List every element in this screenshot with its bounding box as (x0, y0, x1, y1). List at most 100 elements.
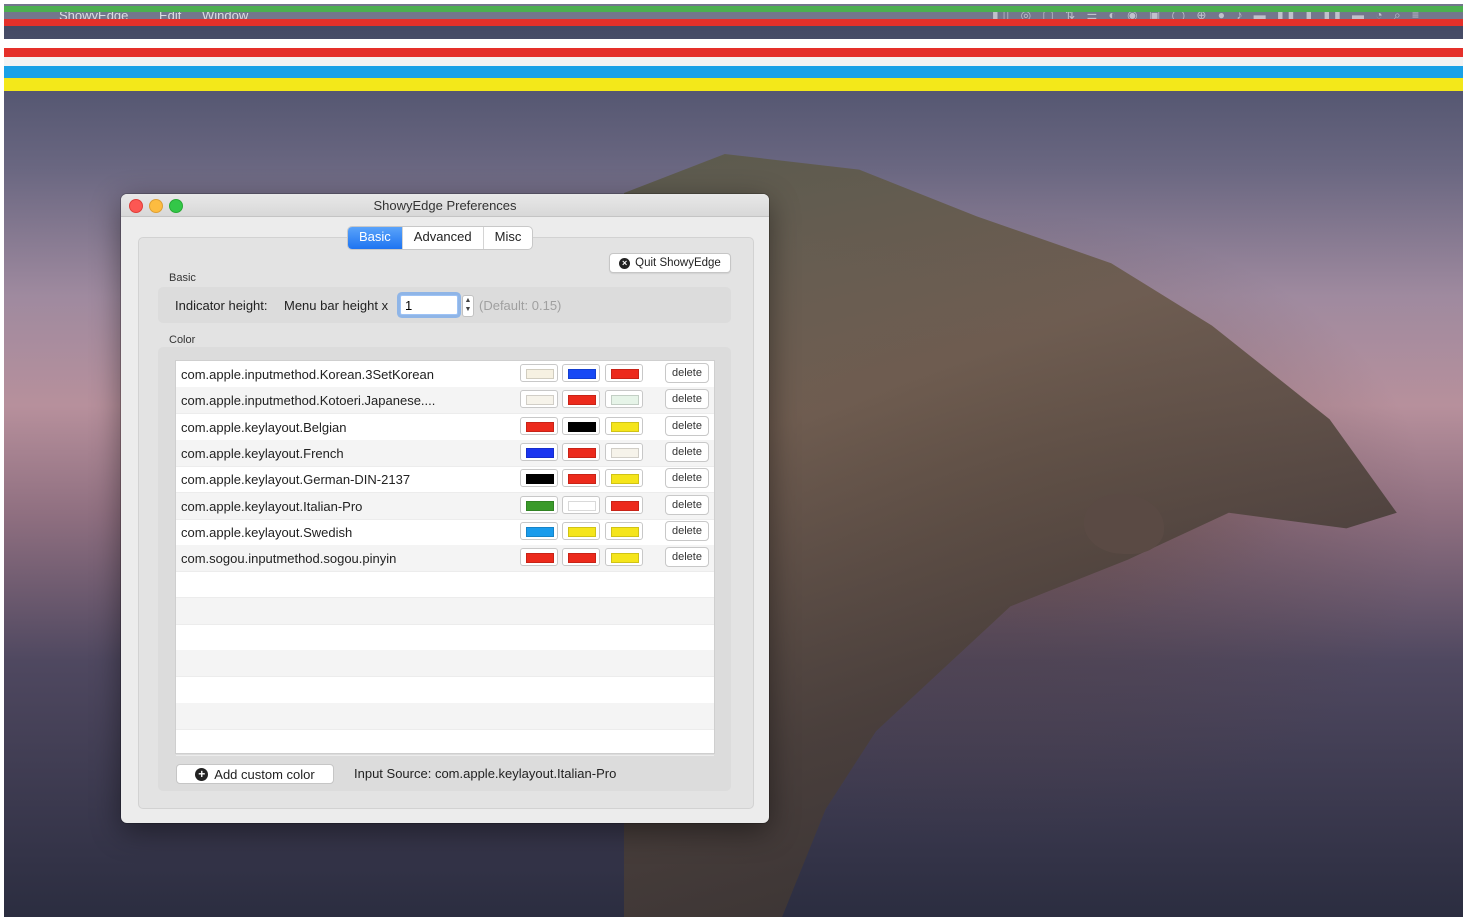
table-row[interactable]: com.apple.keylayout.Belgian delete (176, 414, 714, 441)
color-table: com.apple.inputmethod.Korean.3SetKorean d… (175, 360, 715, 756)
input-source-name: com.apple.keylayout.German-DIN-2137 (181, 472, 411, 487)
color-well-button[interactable] (562, 496, 600, 514)
indicator-height-label: Indicator height: (175, 298, 268, 313)
tab-misc[interactable]: Misc (484, 227, 533, 249)
color-swatch (611, 501, 639, 511)
input-source-name: com.apple.keylayout.Italian-Pro (181, 499, 363, 514)
color-swatch (526, 369, 554, 379)
tab-basic[interactable]: Basic (348, 227, 403, 249)
color-well-button[interactable] (520, 443, 558, 461)
delete-button[interactable]: delete (665, 442, 709, 462)
indicator-stripe (4, 78, 1463, 91)
indicator-stripe (4, 19, 1463, 26)
color-section-label: Color (169, 334, 196, 346)
table-row[interactable]: com.apple.inputmethod.Korean.3SetKorean d… (176, 361, 714, 388)
empty-table-row (176, 624, 714, 651)
empty-table-row (176, 677, 714, 704)
color-well-button[interactable] (605, 496, 643, 514)
color-swatch (526, 395, 554, 405)
desktop-wallpaper: ShowyEdge Edit Window ▮▯ ◎ ▢ ⇅ ☰ ◐ ◉ ▣ ◯… (4, 4, 1463, 917)
delete-button[interactable]: delete (665, 468, 709, 488)
color-swatch (611, 422, 639, 432)
color-swatch (526, 527, 554, 537)
color-swatch (611, 474, 639, 484)
color-well-button[interactable] (605, 522, 643, 540)
color-well-button[interactable] (520, 522, 558, 540)
color-swatch (526, 448, 554, 458)
input-source-name: com.apple.keylayout.Swedish (181, 525, 353, 540)
empty-table-row (176, 729, 714, 756)
color-well-button[interactable] (605, 469, 643, 487)
menu-bar-height-label: Menu bar height x (284, 298, 389, 313)
quit-button-label: Quit ShowyEdge (635, 257, 721, 269)
delete-button[interactable]: delete (665, 363, 709, 383)
delete-button[interactable]: delete (665, 547, 709, 567)
color-swatch (568, 501, 596, 511)
color-swatch (568, 369, 596, 379)
basic-section-label: Basic (169, 272, 196, 284)
color-well-button[interactable] (605, 443, 643, 461)
empty-table-row (176, 598, 714, 625)
color-well-button[interactable] (520, 548, 558, 566)
add-custom-color-button[interactable]: + Add custom color (176, 764, 334, 784)
color-well-button[interactable] (520, 417, 558, 435)
height-input[interactable]: 1 (400, 295, 458, 315)
input-source-name: com.apple.keylayout.Belgian (181, 420, 347, 435)
add-custom-color-label: Add custom color (214, 766, 315, 782)
window-title: ShowyEdge Preferences (373, 198, 517, 213)
color-well-button[interactable] (562, 417, 600, 435)
indicator-stripe (4, 6, 1463, 12)
color-well-button[interactable] (605, 548, 643, 566)
color-well-button[interactable] (605, 390, 643, 408)
color-swatch (611, 369, 639, 379)
color-swatch (568, 422, 596, 432)
input-source-text: Input Source: com.apple.keylayout.Italia… (354, 766, 617, 781)
table-row[interactable]: com.apple.keylayout.Swedish delete (176, 519, 714, 546)
color-well-button[interactable] (605, 417, 643, 435)
color-well-button[interactable] (562, 469, 600, 487)
color-well-button[interactable] (520, 496, 558, 514)
color-well-button[interactable] (605, 364, 643, 382)
color-swatch (611, 553, 639, 563)
table-row[interactable]: com.sogou.inputmethod.sogou.pinyin delete (176, 545, 714, 572)
tab-advanced[interactable]: Advanced (403, 227, 484, 249)
table-row[interactable]: com.apple.keylayout.German-DIN-2137 delet… (176, 466, 714, 493)
color-well-button[interactable] (562, 364, 600, 382)
delete-button[interactable]: delete (665, 521, 709, 541)
empty-table-row (176, 571, 714, 598)
input-source-name: com.apple.inputmethod.Korean.3SetKorean (181, 367, 434, 382)
quit-button[interactable]: × Quit ShowyEdge (609, 253, 731, 273)
table-row[interactable]: com.apple.keylayout.Italian-Pro delete (176, 493, 714, 520)
color-swatch (568, 527, 596, 537)
color-well-button[interactable] (520, 390, 558, 408)
color-swatch (568, 448, 596, 458)
delete-button[interactable]: delete (665, 389, 709, 409)
color-swatch (611, 395, 639, 405)
color-swatch (568, 474, 596, 484)
empty-table-row (176, 703, 714, 730)
input-source-name: com.apple.keylayout.French (181, 446, 344, 461)
input-source-name: com.apple.inputmethod.Kotoeri.Japanese..… (181, 393, 436, 408)
color-swatch (526, 501, 554, 511)
delete-button[interactable]: delete (665, 495, 709, 515)
color-well-button[interactable] (520, 469, 558, 487)
height-stepper[interactable]: ▲ ▼ (462, 295, 474, 317)
color-well-button[interactable] (562, 548, 600, 566)
color-swatch (568, 395, 596, 405)
color-swatch (526, 474, 554, 484)
color-well-button[interactable] (562, 522, 600, 540)
plus-circle-icon: + (195, 767, 209, 781)
color-swatch (526, 422, 554, 432)
table-row[interactable]: com.apple.keylayout.French delete (176, 440, 714, 467)
color-swatch (611, 448, 639, 458)
title-bar[interactable]: ShowyEdge Preferences (121, 194, 769, 217)
close-circle-icon: × (619, 257, 631, 269)
color-well-button[interactable] (562, 443, 600, 461)
color-swatch (611, 527, 639, 537)
color-well-button[interactable] (520, 364, 558, 382)
delete-button[interactable]: delete (665, 416, 709, 436)
indicator-stripe (4, 66, 1463, 78)
color-well-button[interactable] (562, 390, 600, 408)
table-row[interactable]: com.apple.inputmethod.Kotoeri.Japanese..… (176, 387, 714, 414)
color-swatch (568, 553, 596, 563)
